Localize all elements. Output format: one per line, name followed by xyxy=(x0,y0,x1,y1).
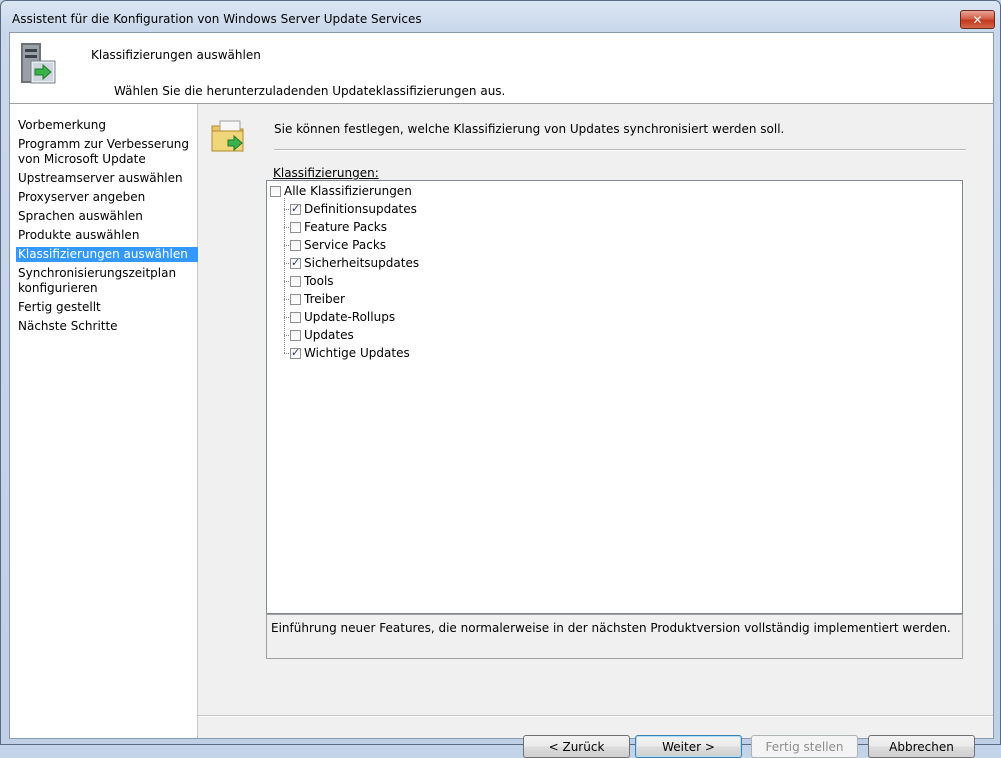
page-title: Klassifizierungen auswählen xyxy=(91,48,261,62)
tree-item-label: Treiber xyxy=(304,292,345,306)
tree-item-sicherheitsupdates[interactable]: Sicherheitsupdates xyxy=(290,255,419,271)
nav-item-label: Proxyserver angeben xyxy=(18,190,146,204)
tree-item-service-packs[interactable]: Service Packs xyxy=(290,237,386,253)
tree-item-updates[interactable]: Updates xyxy=(290,327,354,343)
page-subtitle: Wählen Sie die herunterzuladenden Update… xyxy=(114,84,506,98)
tree-item-label: Updates xyxy=(304,328,354,342)
title-bar[interactable]: Assistent für die Konfiguration von Wind… xyxy=(1,1,1000,33)
tree-item-feature-packs[interactable]: Feature Packs xyxy=(290,219,387,235)
nav-item-label: Nächste Schritte xyxy=(18,319,118,333)
footer-divider xyxy=(198,715,993,717)
nav-item-label: Klassifizierungen auswählen xyxy=(18,247,188,261)
close-button[interactable]: ✕ xyxy=(960,10,995,29)
tree-connector xyxy=(284,198,285,353)
tree-item-label: Service Packs xyxy=(304,238,387,252)
server-icon xyxy=(21,43,56,84)
nav-item-vorbemerkung[interactable]: Vorbemerkung xyxy=(18,118,192,133)
nav-item-upstreamserver[interactable]: Upstreamserver auswählen xyxy=(18,171,192,186)
finish-button-label: Fertig stellen xyxy=(765,739,844,754)
checkbox-definitionsupdates[interactable] xyxy=(290,202,301,215)
nav-item-proxyserver[interactable]: Proxyserver angeben xyxy=(18,190,192,205)
wizard-client: Klassifizierungen auswählen Wählen Sie d… xyxy=(9,32,994,758)
nav-item-label: Produkte auswählen xyxy=(18,228,140,242)
next-button-label: Weiter > xyxy=(662,739,715,754)
tree-item-label: Wichtige Updates xyxy=(304,346,410,360)
cancel-button[interactable]: Abbrechen xyxy=(868,735,975,758)
checkbox-update-rollups[interactable] xyxy=(290,311,301,323)
tree-item-label: Alle Klassifizierungen xyxy=(284,184,412,198)
nav-item-label: Synchronisierungszeitplan konfigurieren xyxy=(18,266,177,295)
classifications-label-text: Klassifizierungen: xyxy=(273,166,379,180)
classifications-tree[interactable]: Alle Klassifizierungen Definitionsupdate… xyxy=(266,180,963,614)
tree-item-update-rollups[interactable]: Update-Rollups xyxy=(290,309,395,325)
nav-item-fertig[interactable]: Fertig gestellt xyxy=(18,300,192,315)
close-icon: ✕ xyxy=(972,12,983,27)
finish-button[interactable]: Fertig stellen xyxy=(751,735,858,758)
checkbox-service-packs[interactable] xyxy=(290,239,301,251)
content-divider xyxy=(274,149,966,151)
tree-item-label: Sicherheitsupdates xyxy=(304,256,420,270)
nav-item-label: Upstreamserver auswählen xyxy=(18,171,183,185)
nav-item-label: Programm zur Verbesserung von Microsoft … xyxy=(18,137,190,166)
checkbox-treiber[interactable] xyxy=(290,293,301,305)
next-button[interactable]: Weiter > xyxy=(635,735,742,758)
wizard-window: Assistent für die Konfiguration von Wind… xyxy=(0,0,1001,758)
nav-item-klassifizierungen[interactable]: Klassifizierungen auswählen xyxy=(16,247,198,262)
nav-item-produkte[interactable]: Produkte auswählen xyxy=(18,228,192,243)
tree-item-label: Feature Packs xyxy=(304,220,388,234)
tree-item-label: Tools xyxy=(304,274,334,288)
back-button[interactable]: < Zurück xyxy=(523,735,630,758)
checkbox-wichtige-updates[interactable] xyxy=(290,346,301,359)
wizard-main: Sie können festlegen, welche Klassifizie… xyxy=(198,104,993,758)
nav-item-label: Vorbemerkung xyxy=(18,118,106,132)
classifications-label: Klassifizierungen: xyxy=(273,166,379,180)
wizard-nav: Vorbemerkung Programm zur Verbesserung v… xyxy=(10,104,198,738)
nav-item-sprachen[interactable]: Sprachen auswählen xyxy=(18,209,192,224)
nav-item-programm[interactable]: Programm zur Verbesserung von Microsoft … xyxy=(18,137,192,167)
tree-item-alle[interactable]: Alle Klassifizierungen xyxy=(270,183,412,199)
step-description: Sie können festlegen, welche Klassifizie… xyxy=(274,122,785,136)
nav-item-label: Sprachen auswählen xyxy=(18,209,143,223)
classification-description: Einführung neuer Features, die normalerw… xyxy=(271,621,951,635)
folder-update-icon xyxy=(211,120,244,152)
nav-item-naechste-schritte[interactable]: Nächste Schritte xyxy=(18,319,192,334)
window-title: Assistent für die Konfiguration von Wind… xyxy=(12,12,422,26)
nav-item-zeitplan[interactable]: Synchronisierungszeitplan konfigurieren xyxy=(18,266,192,296)
checkbox-updates[interactable] xyxy=(290,329,301,341)
checkbox-feature-packs[interactable] xyxy=(290,221,301,233)
cancel-button-label: Abbrechen xyxy=(889,739,954,754)
back-button-label: < Zurück xyxy=(548,739,605,754)
tree-item-definitionsupdates[interactable]: Definitionsupdates xyxy=(290,201,417,217)
nav-item-label: Fertig gestellt xyxy=(18,300,101,314)
tree-item-label: Update-Rollups xyxy=(304,310,396,324)
tree-item-tools[interactable]: Tools xyxy=(290,273,334,289)
tree-item-wichtige-updates[interactable]: Wichtige Updates xyxy=(290,345,410,361)
checkbox-alle[interactable] xyxy=(270,185,281,197)
tree-item-treiber[interactable]: Treiber xyxy=(290,291,345,307)
tree-item-label: Definitionsupdates xyxy=(304,202,417,216)
checkbox-tools[interactable] xyxy=(290,275,301,287)
classification-description-box: Einführung neuer Features, die normalerw… xyxy=(266,614,963,659)
wizard-header: Klassifizierungen auswählen Wählen Sie d… xyxy=(10,33,993,103)
checkbox-sicherheitsupdates[interactable] xyxy=(290,256,301,269)
